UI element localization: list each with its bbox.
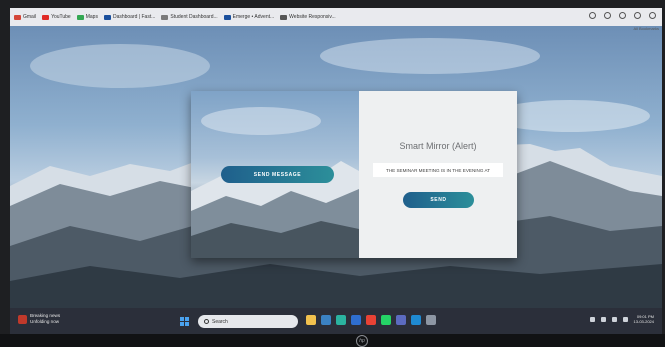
monitor-bezel [0, 334, 665, 347]
card-image-panel: SEND MESSAGE [191, 91, 359, 258]
volume-icon[interactable] [611, 316, 617, 322]
store-icon[interactable] [321, 315, 331, 325]
bookmark-label: Student Dashboard... [170, 14, 218, 20]
page-background: SEND MESSAGE Smart Mirror (Alert) THE SE… [10, 26, 662, 308]
start-button[interactable] [180, 317, 189, 326]
bookmark-youtube[interactable]: YouTube [42, 14, 71, 20]
wifi-icon[interactable] [600, 316, 606, 322]
smart-mirror-card: SEND MESSAGE Smart Mirror (Alert) THE SE… [191, 91, 517, 258]
bookmark-label: Gmail [23, 14, 37, 20]
youtube-icon [42, 14, 50, 20]
taskbar-search[interactable]: Search [198, 315, 298, 328]
card-form-panel: Smart Mirror (Alert) THE SEMINAR MEETING… [359, 91, 517, 258]
bookmark-label: Emerge • Advent... [232, 14, 275, 20]
bookmarks-bar: Gmail YouTube Maps Dashboard | Fast... S… [10, 8, 662, 26]
all-bookmarks-label[interactable]: All Bookmarks [633, 26, 659, 31]
news-text: Breaking news Unfolding now [30, 313, 60, 325]
download-icon[interactable] [604, 12, 611, 19]
bookmark-label: Dashboard | Fast... [112, 14, 156, 20]
send-message-button[interactable]: SEND MESSAGE [221, 166, 334, 183]
file-explorer-icon[interactable] [306, 315, 316, 325]
windows-logo-icon [180, 322, 184, 326]
maps-icon [76, 14, 84, 20]
emerge-icon [223, 14, 231, 20]
bookmark-maps[interactable]: Maps [76, 14, 98, 20]
hp-logo: hp [356, 335, 368, 347]
vscode-icon[interactable] [411, 315, 421, 325]
send-button[interactable]: SEND [403, 192, 474, 208]
clock[interactable]: 09:01 PM 13-03-2024 [634, 314, 654, 324]
minimize-icon[interactable] [619, 12, 626, 19]
gmail-icon [14, 14, 21, 20]
bookmark-label: Website Responsiv... [289, 14, 336, 20]
taskbar: Breaking news Unfolding now Search 09:01… [10, 308, 662, 334]
camera-icon[interactable] [396, 315, 406, 325]
mail-icon[interactable] [351, 315, 361, 325]
search-icon [204, 319, 209, 324]
news-widget[interactable]: Breaking news Unfolding now [18, 313, 60, 325]
extensions-icon[interactable] [589, 12, 596, 19]
search-placeholder: Search [212, 318, 228, 325]
taskbar-apps [306, 315, 436, 325]
battery-icon[interactable] [622, 316, 628, 322]
bookmark-student-dashboard[interactable]: Student Dashboard... [161, 14, 218, 20]
message-input[interactable]: THE SEMINAR MEETING IS IN THE EVENING AT [373, 163, 503, 177]
news-subtitle: Unfolding now [30, 319, 60, 324]
settings-icon[interactable] [426, 315, 436, 325]
whatsapp-icon[interactable] [381, 315, 391, 325]
close-icon[interactable] [649, 12, 656, 19]
dashboard-icon [103, 14, 111, 20]
chevron-up-icon[interactable] [589, 316, 595, 322]
card-title: Smart Mirror (Alert) [399, 141, 477, 151]
windows-logo-icon [180, 317, 184, 321]
clock-date: 13-03-2024 [633, 319, 654, 324]
edge-icon[interactable] [336, 315, 346, 325]
bookmark-label: YouTube [51, 14, 71, 20]
maximize-icon[interactable] [634, 12, 641, 19]
student-dashboard-icon [161, 14, 169, 20]
system-tray: 09:01 PM 13-03-2024 [589, 314, 654, 324]
windows-logo-icon [185, 322, 189, 326]
monitor-screen: Gmail YouTube Maps Dashboard | Fast... S… [0, 0, 665, 347]
bookmark-website-responsive[interactable]: Website Responsiv... [280, 14, 336, 20]
bookmark-label: Maps [85, 14, 98, 20]
window-controls [589, 12, 656, 19]
bookmark-dashboard[interactable]: Dashboard | Fast... [103, 14, 156, 20]
bookmark-emerge[interactable]: Emerge • Advent... [223, 14, 275, 20]
windows-logo-icon [185, 317, 189, 321]
website-responsive-icon [280, 14, 288, 20]
bookmark-gmail[interactable]: Gmail [14, 14, 36, 20]
chrome-icon[interactable] [366, 315, 376, 325]
news-icon [18, 314, 27, 324]
